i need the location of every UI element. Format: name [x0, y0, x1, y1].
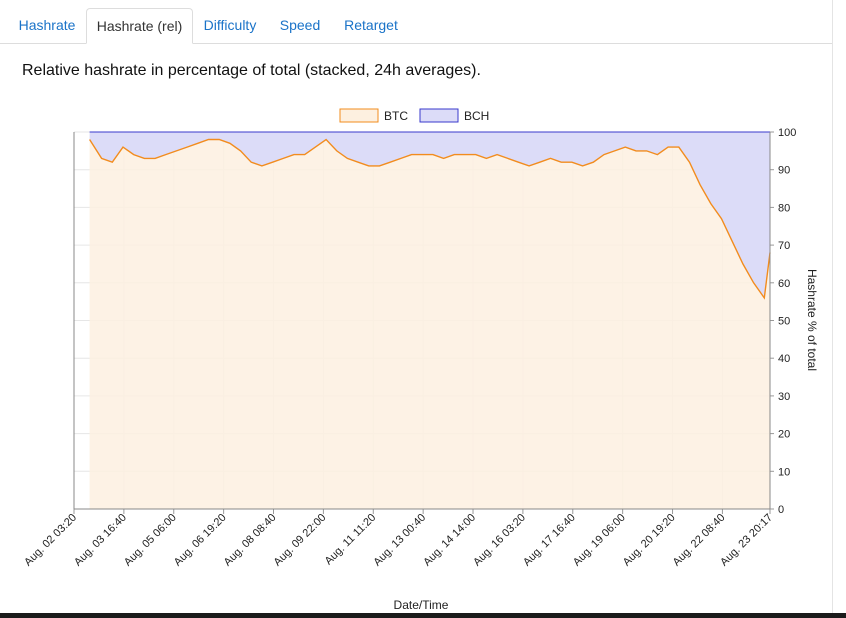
x-tick-label: Aug. 09 22:00 [272, 512, 329, 569]
y-tick-label: 30 [778, 391, 790, 403]
panel-border [832, 0, 833, 613]
x-tick-label: Aug. 20 19:20 [621, 512, 678, 569]
x-tick-label: Aug. 11 11:20 [323, 512, 379, 568]
y-tick-label: 20 [778, 429, 790, 441]
legend-bch-label: BCH [464, 109, 489, 123]
x-tick-label: Aug. 08 08:40 [222, 512, 279, 569]
y-tick-label: 70 [778, 240, 790, 252]
x-tick-label: Aug. 19 06:00 [571, 512, 628, 569]
btc-area [89, 139, 771, 509]
x-tick-label: Aug. 05 06:00 [122, 512, 179, 569]
y-tick-label: 60 [778, 278, 790, 290]
x-tick-label: Aug. 14 14:00 [421, 512, 478, 569]
x-tick-label: Aug. 16 03:20 [471, 512, 528, 569]
legend-btc-label: BTC [384, 109, 408, 123]
x-tick-label: Aug. 13 00:40 [371, 512, 428, 569]
legend-btc-swatch [339, 108, 379, 123]
x-tick-label: Aug. 02 03:20 [22, 512, 79, 569]
y-tick-label: 10 [778, 466, 790, 478]
y-tick-label: 90 [778, 165, 790, 177]
y-tick-label: 50 [778, 316, 790, 328]
x-axis-title: Date/Time [394, 598, 449, 612]
y-axis-title: Hashrate % of total [805, 269, 819, 371]
x-tick-label: Aug. 17 16:40 [521, 512, 578, 569]
legend-bch-swatch [419, 108, 459, 123]
y-tick-label: 100 [778, 127, 796, 139]
x-tick-label: Aug. 03 16:40 [72, 512, 129, 569]
y-tick-label: 80 [778, 202, 790, 214]
x-tick-label: Aug. 06 19:20 [172, 512, 229, 569]
y-tick-label: 40 [778, 353, 790, 365]
window-bottom-bar [0, 613, 846, 618]
hashrate-rel-chart: 0102030405060708090100Aug. 02 03:20Aug. … [22, 108, 819, 612]
y-tick-label: 0 [778, 504, 784, 516]
